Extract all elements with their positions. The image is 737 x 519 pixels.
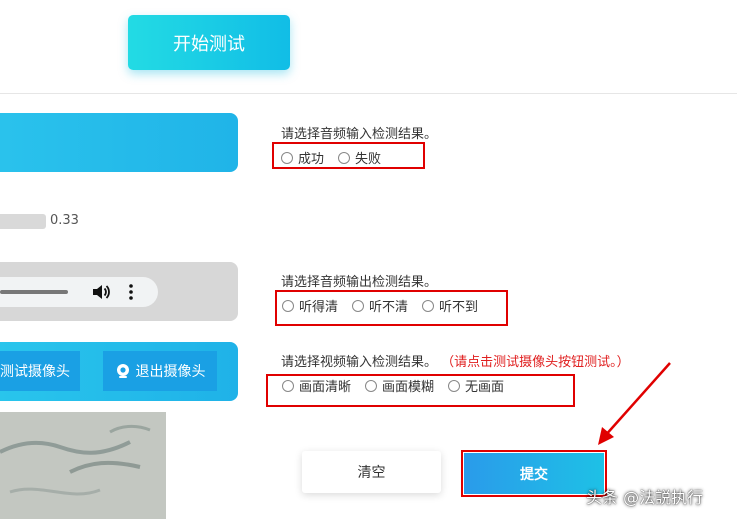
radio-circle[interactable]: [282, 379, 294, 392]
radio-label: 无画面: [465, 380, 505, 395]
audio-input-panel: [0, 113, 238, 172]
exit-camera-label: 退出摄像头: [135, 364, 206, 380]
radio-label: 听得清: [299, 300, 339, 315]
radio-circle[interactable]: [352, 299, 365, 312]
start-test-button[interactable]: 开始测试: [128, 15, 290, 70]
radio-label: 听不清: [369, 300, 409, 315]
radio-audio-output-clear[interactable]: 听得清: [282, 296, 338, 315]
volume-icon[interactable]: [91, 283, 111, 301]
audio-output-options: 听得清 听不清 听不到: [282, 296, 492, 315]
video-input-question-text: 请选择视频输入检测结果。: [281, 355, 438, 370]
divider: [0, 93, 737, 94]
submit-button[interactable]: 提交: [464, 453, 604, 494]
radio-label: 成功: [298, 152, 325, 167]
radio-circle[interactable]: [422, 299, 435, 312]
radio-circle[interactable]: [448, 379, 461, 392]
exit-camera-button[interactable]: 退出摄像头: [103, 351, 217, 391]
audio-output-question: 请选择音频输出检测结果。: [281, 275, 438, 290]
watermark: 头条 @法説执行: [586, 488, 704, 507]
clear-button[interactable]: 清空: [302, 451, 441, 493]
radio-video-none[interactable]: 无画面: [448, 376, 504, 395]
video-input-question: 请选择视频输入检测结果。 （请点击测试摄像头按钮测试。）: [281, 351, 630, 370]
radio-circle[interactable]: [282, 299, 294, 312]
audio-level-meter: [0, 214, 46, 229]
radio-audio-output-inaudible[interactable]: 听不到: [422, 296, 478, 315]
radio-audio-input-success[interactable]: 成功: [281, 148, 324, 167]
webcam-icon: [116, 364, 129, 378]
audio-input-question: 请选择音频输入检测结果。: [281, 127, 438, 142]
test-camera-button[interactable]: 测试摄像头: [0, 351, 80, 391]
radio-label: 失败: [355, 152, 382, 167]
camera-preview: [0, 412, 166, 519]
radio-audio-input-fail[interactable]: 失败: [338, 148, 381, 167]
radio-audio-output-unclear[interactable]: 听不清: [352, 296, 408, 315]
more-options-icon[interactable]: [126, 282, 136, 302]
radio-circle[interactable]: [338, 151, 351, 164]
radio-label: 听不到: [439, 300, 479, 315]
radio-label: 画面模糊: [382, 380, 435, 395]
annotation-arrow-icon: [598, 362, 671, 445]
radio-circle[interactable]: [365, 379, 378, 392]
video-input-options: 画面清晰 画面模糊 无画面: [282, 376, 518, 395]
test-camera-label: 测试摄像头: [0, 364, 70, 380]
audio-input-options: 成功 失败: [281, 148, 395, 167]
audio-progress-bar[interactable]: [0, 290, 68, 294]
audio-level-value: 0.33: [50, 213, 79, 228]
radio-video-blurry[interactable]: 画面模糊: [365, 376, 434, 395]
radio-video-clear[interactable]: 画面清晰: [282, 376, 351, 395]
camera-preview-image: [0, 412, 166, 519]
radio-circle[interactable]: [281, 151, 293, 164]
radio-label: 画面清晰: [299, 380, 352, 395]
